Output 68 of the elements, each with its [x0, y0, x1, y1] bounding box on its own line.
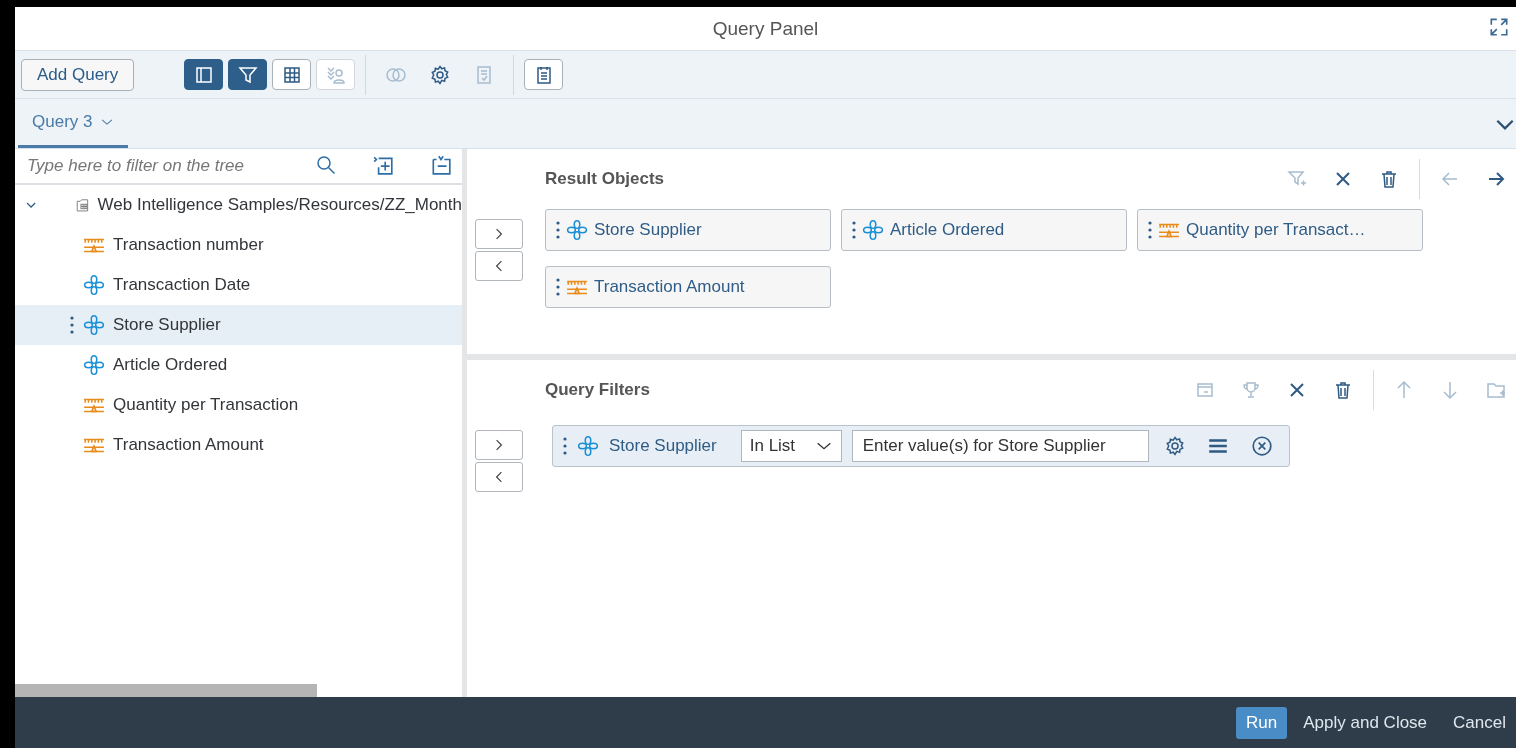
move-down-icon [1440, 380, 1460, 400]
result-object[interactable]: Article Ordered [841, 209, 1127, 251]
expand-icon [1488, 16, 1510, 38]
filter-object: Store Supplier [609, 436, 717, 456]
drag-handle-icon[interactable] [563, 436, 567, 456]
result-object[interactable]: Store Supplier [545, 209, 831, 251]
object-label: Quantity per Transact… [1186, 220, 1366, 240]
tree-label: Transaction Amount [113, 435, 264, 455]
tree-label: Transcaction Date [113, 275, 251, 295]
query-tab[interactable]: Query 3 [18, 99, 129, 148]
tree-item[interactable]: Quantity per Transaction [15, 385, 462, 425]
section-title: Query Filters [545, 380, 651, 400]
window-icon [1195, 380, 1215, 400]
drag-handle-icon[interactable] [556, 220, 560, 240]
window-title: Query Panel [712, 17, 819, 40]
trophy-icon [1241, 380, 1261, 400]
settings-icon [429, 64, 450, 85]
tree-item[interactable]: Transaction number [15, 225, 462, 265]
value-field[interactable]: Enter value(s) for Store Supplier [851, 430, 1149, 462]
tree-item[interactable]: Web Intelligence Samples/Resources/ZZ_Month [15, 185, 462, 225]
operator-dropdown[interactable]: In List [740, 430, 842, 462]
add-filter-icon [1287, 169, 1307, 189]
result-object[interactable]: Quantity per Transact… [1137, 209, 1423, 251]
tree-item[interactable]: Transcaction Date [15, 265, 462, 305]
grid-icon [281, 64, 302, 85]
tree-filter-field[interactable]: Type here to filter on the tree [25, 155, 298, 177]
object-label: Transaction Amount [594, 277, 745, 297]
filter-icon [237, 64, 258, 85]
tree-item[interactable]: Transaction Amount [15, 425, 462, 465]
flower-icon [577, 435, 599, 457]
filter-button[interactable] [228, 59, 268, 90]
footer-button[interactable]: Apply and Close [1293, 706, 1438, 739]
search-icon [316, 154, 336, 175]
footer-button[interactable]: Cancel [1443, 706, 1516, 739]
flower-icon [862, 219, 884, 241]
result-object[interactable]: Transaction Amount [545, 266, 831, 308]
drag-handle-icon[interactable] [852, 220, 856, 240]
tree-label: Transaction number [113, 235, 264, 255]
delete-icon [1379, 169, 1399, 189]
side-panel-button[interactable] [184, 59, 224, 90]
tree-label: Store Supplier [113, 315, 221, 335]
flower-icon [566, 219, 588, 241]
flower-icon [83, 274, 105, 296]
object-label: Store Supplier [594, 220, 702, 240]
tree-item[interactable]: Article Ordered [15, 345, 462, 385]
side-panel-icon [193, 64, 214, 85]
drag-handle-icon[interactable] [1148, 220, 1152, 240]
close-icon [1250, 435, 1273, 457]
section-title: Result Objects [545, 169, 666, 189]
tree-label: Article Ordered [113, 355, 228, 375]
collapse-all-icon [430, 153, 452, 176]
tree-label: Web Intelligence Samples/Resources/ZZ_Month [97, 195, 462, 215]
flower-icon [83, 314, 105, 336]
flower-icon [83, 354, 105, 376]
settings-icon [1164, 436, 1185, 456]
user-icon [325, 64, 346, 85]
object-label: Article Ordered [890, 220, 1005, 240]
delete-icon [1333, 380, 1353, 400]
tree-label: Quantity per Transaction [113, 395, 299, 415]
add-folder-icon [1486, 380, 1506, 400]
footer-button[interactable]: Run [1236, 706, 1288, 739]
add-query-button[interactable]: Add Query [21, 58, 135, 91]
clipboard-button[interactable] [524, 59, 564, 90]
drag-handle-icon[interactable] [70, 315, 74, 335]
scrollbar[interactable] [15, 684, 317, 697]
drag-handle-icon[interactable] [556, 277, 560, 297]
table-button[interactable] [272, 59, 312, 90]
tree-item[interactable]: Store Supplier [15, 305, 462, 345]
